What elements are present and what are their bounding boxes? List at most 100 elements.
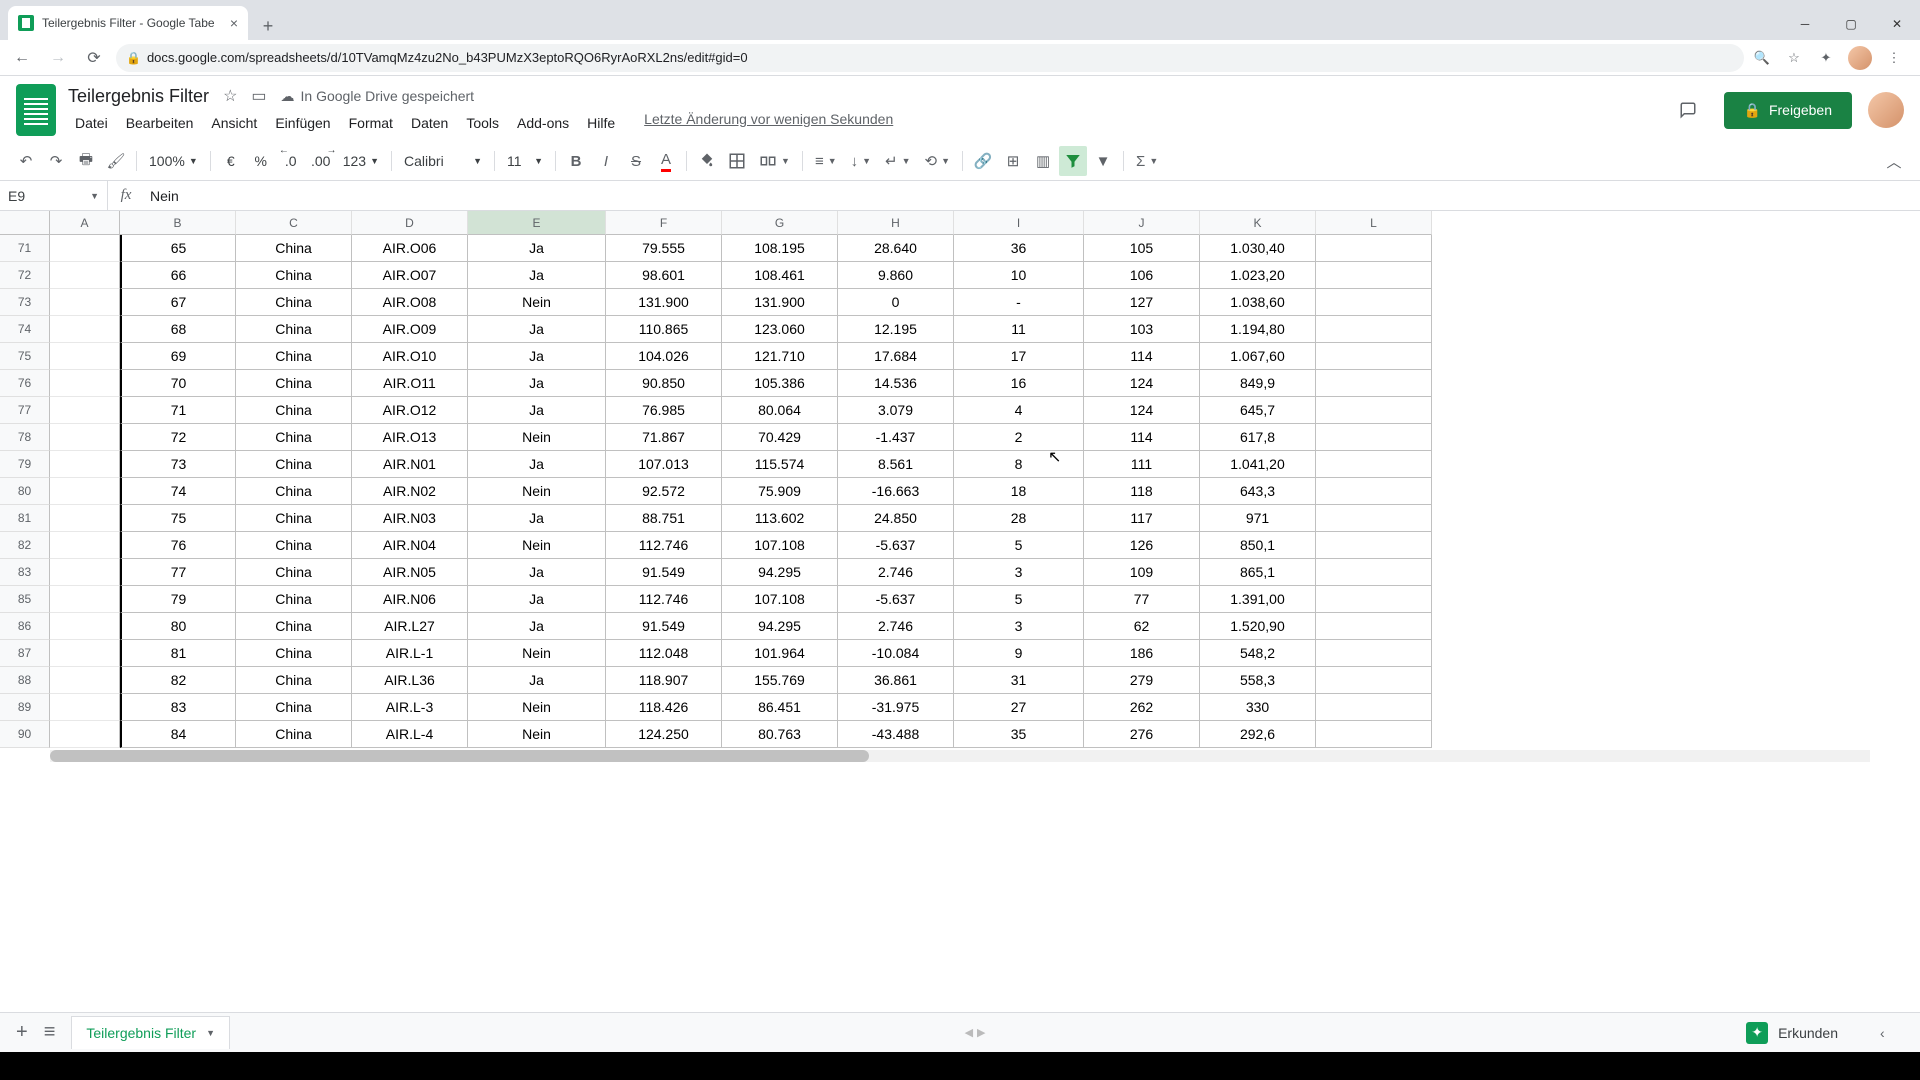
row-header[interactable]: 76 <box>0 370 50 397</box>
zoom-indicator-icon[interactable]: 🔍 <box>1752 48 1772 68</box>
cell[interactable]: 110.865 <box>606 316 722 343</box>
sheets-logo-icon[interactable] <box>16 84 56 136</box>
cell[interactable]: Nein <box>468 640 606 667</box>
cell[interactable]: 80 <box>120 613 236 640</box>
cell[interactable]: 108.195 <box>722 235 838 262</box>
cell[interactable]: 17 <box>954 343 1084 370</box>
cell[interactable]: AIR.N06 <box>352 586 468 613</box>
cell[interactable]: Ja <box>468 667 606 694</box>
cell[interactable] <box>50 532 120 559</box>
cell[interactable]: 73 <box>120 451 236 478</box>
cell[interactable]: 71 <box>120 397 236 424</box>
cell[interactable]: China <box>236 505 352 532</box>
cell[interactable]: 123.060 <box>722 316 838 343</box>
cell[interactable]: - <box>954 289 1084 316</box>
row-header[interactable]: 86 <box>0 613 50 640</box>
column-header[interactable]: J <box>1084 211 1200 235</box>
cell[interactable]: Ja <box>468 343 606 370</box>
cell[interactable]: 3 <box>954 559 1084 586</box>
browser-menu-icon[interactable]: ⋮ <box>1884 48 1904 68</box>
cell[interactable] <box>1316 721 1432 748</box>
merge-cells-button[interactable]: ▼ <box>753 146 796 176</box>
cell[interactable]: China <box>236 451 352 478</box>
move-icon[interactable]: ▭ <box>251 86 266 106</box>
cell[interactable]: 9.860 <box>838 262 954 289</box>
cell[interactable] <box>50 505 120 532</box>
cell[interactable] <box>50 397 120 424</box>
row-header[interactable]: 85 <box>0 586 50 613</box>
cell[interactable]: -5.637 <box>838 532 954 559</box>
cell[interactable]: 124 <box>1084 397 1200 424</box>
row-header[interactable]: 78 <box>0 424 50 451</box>
cell[interactable] <box>50 613 120 640</box>
cell[interactable]: AIR.O06 <box>352 235 468 262</box>
row-header[interactable]: 80 <box>0 478 50 505</box>
row-header[interactable]: 90 <box>0 721 50 748</box>
side-panel-toggle-icon[interactable]: ‹ <box>1880 1025 1904 1041</box>
column-header[interactable]: L <box>1316 211 1432 235</box>
row-header[interactable]: 87 <box>0 640 50 667</box>
cell[interactable]: -16.663 <box>838 478 954 505</box>
cell[interactable]: 18 <box>954 478 1084 505</box>
cell[interactable]: 36 <box>954 235 1084 262</box>
cell[interactable]: 80.763 <box>722 721 838 748</box>
cell[interactable] <box>50 478 120 505</box>
cell[interactable]: China <box>236 586 352 613</box>
cell[interactable]: 126 <box>1084 532 1200 559</box>
cell[interactable]: 1.038,60 <box>1200 289 1316 316</box>
cell[interactable] <box>1316 262 1432 289</box>
cell[interactable] <box>50 721 120 748</box>
cell[interactable]: 83 <box>120 694 236 721</box>
cell[interactable]: 558,3 <box>1200 667 1316 694</box>
cell[interactable]: 77 <box>120 559 236 586</box>
maximize-icon[interactable]: ▢ <box>1828 8 1874 40</box>
link-icon[interactable]: 🔗 <box>969 146 997 176</box>
add-sheet-button[interactable]: + <box>16 1021 28 1044</box>
menu-ansicht[interactable]: Ansicht <box>204 111 264 135</box>
cell[interactable]: 14.536 <box>838 370 954 397</box>
cell[interactable]: AIR.O12 <box>352 397 468 424</box>
row-header[interactable]: 71 <box>0 235 50 262</box>
cell[interactable] <box>1316 235 1432 262</box>
cell[interactable]: 1.023,20 <box>1200 262 1316 289</box>
cell[interactable]: 645,7 <box>1200 397 1316 424</box>
cell[interactable] <box>1316 397 1432 424</box>
print-icon[interactable]: 🖶 <box>72 146 100 176</box>
all-sheets-button[interactable]: ≡ <box>44 1021 56 1044</box>
menu-hilfe[interactable]: Hilfe <box>580 111 622 135</box>
column-header[interactable]: H <box>838 211 954 235</box>
cell[interactable]: 1.067,60 <box>1200 343 1316 370</box>
cell[interactable] <box>1316 586 1432 613</box>
cell[interactable]: AIR.L-4 <box>352 721 468 748</box>
cell[interactable]: 70.429 <box>722 424 838 451</box>
cell[interactable]: 2 <box>954 424 1084 451</box>
cell[interactable]: 62 <box>1084 613 1200 640</box>
comment-insert-icon[interactable]: ⊞ <box>999 146 1027 176</box>
cell[interactable]: 107.108 <box>722 532 838 559</box>
cell[interactable]: 91.549 <box>606 613 722 640</box>
increase-decimal-button[interactable]: .00→ <box>307 146 335 176</box>
cell[interactable] <box>1316 478 1432 505</box>
forward-icon[interactable]: → <box>44 44 72 72</box>
cell[interactable]: 82 <box>120 667 236 694</box>
close-window-icon[interactable]: ✕ <box>1874 8 1920 40</box>
cell[interactable]: -43.488 <box>838 721 954 748</box>
cell[interactable] <box>50 586 120 613</box>
explore-button[interactable]: ✦ Erkunden <box>1732 1016 1852 1050</box>
cell[interactable]: 81 <box>120 640 236 667</box>
name-box[interactable]: E9 ▼ <box>0 181 108 210</box>
scroll-left-icon[interactable]: ◀ <box>965 1026 973 1039</box>
cell[interactable] <box>1316 289 1432 316</box>
cell[interactable]: AIR.O13 <box>352 424 468 451</box>
cell[interactable]: 4 <box>954 397 1084 424</box>
cell[interactable] <box>50 370 120 397</box>
cell[interactable] <box>50 316 120 343</box>
cell[interactable]: 1.030,40 <box>1200 235 1316 262</box>
horizontal-scrollbar[interactable] <box>50 750 1870 762</box>
column-header[interactable]: A <box>50 211 120 235</box>
cell[interactable]: 72 <box>120 424 236 451</box>
comments-icon[interactable] <box>1668 90 1708 130</box>
cell[interactable]: 68 <box>120 316 236 343</box>
star-icon[interactable]: ☆ <box>223 86 237 106</box>
cell[interactable]: -10.084 <box>838 640 954 667</box>
